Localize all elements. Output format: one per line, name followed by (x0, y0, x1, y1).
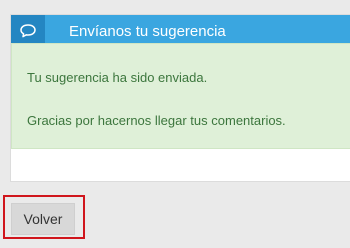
speech-bubble-icon (20, 24, 36, 38)
success-alert: Tu sugerencia ha sido enviada. Gracias p… (11, 43, 350, 149)
success-message: Tu sugerencia ha sido enviada. (27, 70, 208, 85)
back-button[interactable]: Volver (11, 203, 75, 235)
thanks-message: Gracias por hacernos llegar tus comentar… (27, 113, 286, 128)
